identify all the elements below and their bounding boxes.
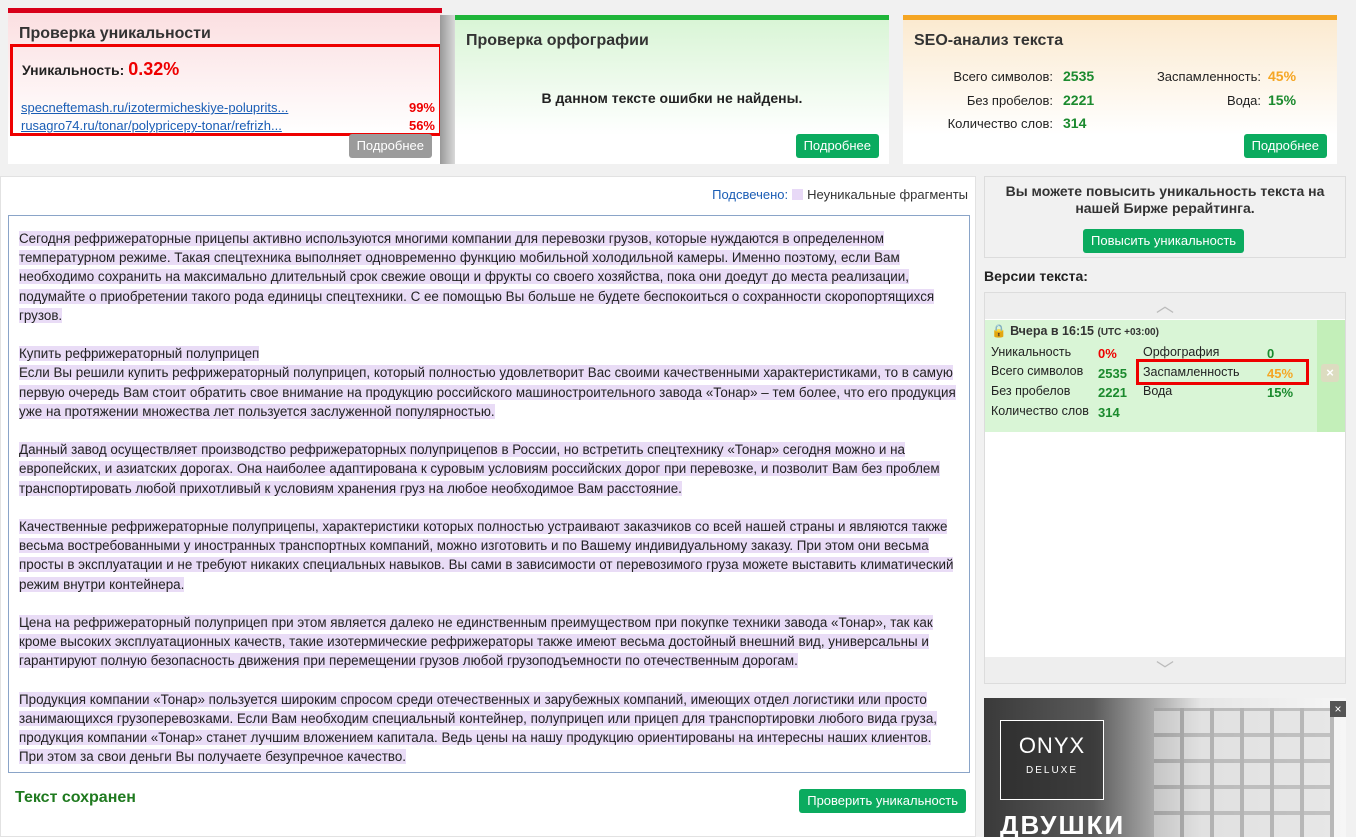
unique-fragment: Данный завод осуществляет производство р… xyxy=(19,442,940,496)
version-words-label: Количество слов xyxy=(991,404,1089,418)
seo-water-label: Вода: xyxy=(1226,93,1261,108)
uniqueness-highlight-box: Уникальность: 0.32% specneftemash.ru/izot… xyxy=(10,44,442,136)
uniqueness-more-button[interactable]: Подробнее xyxy=(348,134,432,158)
seo-more-button[interactable]: Подробнее xyxy=(1243,134,1327,158)
text-editor[interactable]: Сегодня рефрижераторные прицепы активно … xyxy=(8,215,970,773)
versions-title: Версии текста: xyxy=(984,268,1088,284)
source-link[interactable]: rusagro74.ru/tonar/polypricepy-tonar/ref… xyxy=(21,118,282,133)
promo-text: Вы можете повысить уникальность текста н… xyxy=(1005,183,1325,216)
legend-label: Подсвечено: xyxy=(712,187,789,202)
uniqueness-label: Уникальность: xyxy=(22,62,125,78)
seo-nospace-label: Без пробелов: xyxy=(966,93,1053,108)
text-paragraph: Качественные рефрижераторные полуприцепы… xyxy=(19,517,959,594)
version-nospace-value: 2221 xyxy=(1098,385,1127,400)
delete-version-icon[interactable]: × xyxy=(1321,364,1339,382)
check-uniqueness-button[interactable]: Проверить уникальность xyxy=(799,789,966,813)
version-header: 🔒 Вчера в 16:15 (UTC +03:00) xyxy=(991,324,1159,339)
seo-card: SEO-анализ текста Всего символов: 2535 Б… xyxy=(903,15,1337,164)
spelling-title: Проверка орфографии xyxy=(466,32,649,49)
spelling-message: В данном тексте ошибки не найдены. xyxy=(541,90,803,106)
ad-logo: ONYX DELUXE xyxy=(1000,720,1104,800)
saved-status: Текст сохранен xyxy=(15,789,136,806)
ad-brand: ONYX xyxy=(1018,733,1086,758)
version-chars-value: 2535 xyxy=(1098,366,1127,381)
version-water-label: Вода xyxy=(1143,384,1173,398)
uniqueness-title: Проверка уникальности xyxy=(19,25,211,42)
text-panel: Подсвечено: Неуникальные фрагменты Сегодн… xyxy=(0,176,976,837)
chevron-down-icon[interactable]: ﹀ xyxy=(985,657,1345,683)
seo-nospace-value: 2221 xyxy=(1063,92,1095,108)
version-actions: × xyxy=(1317,320,1345,432)
spelling-card: Проверка орфографии В данном тексте ошиб… xyxy=(455,15,889,164)
seo-water-value: 15% xyxy=(1268,92,1297,108)
chevron-up-icon[interactable]: ︿ xyxy=(985,293,1345,319)
ad-headline: ДВУШКИ xyxy=(1000,810,1126,837)
version-date: Вчера в 16:15 xyxy=(1010,324,1095,338)
unique-fragment: Купить рефрижераторный полуприцеп Если В… xyxy=(19,346,956,419)
versions-list: ︿ 🔒 Вчера в 16:15 (UTC +03:00) Уникально… xyxy=(984,292,1346,684)
seo-spam-value: 45% xyxy=(1268,68,1297,84)
seo-chars-label: Всего символов: xyxy=(953,69,1053,84)
unique-fragment: Продукция компании «Тонар» пользуется ши… xyxy=(19,691,937,765)
seo-spam-label: Заспамленность: xyxy=(1156,69,1261,84)
version-words-value: 314 xyxy=(1098,405,1120,420)
seo-chars-value: 2535 xyxy=(1063,68,1095,84)
uniqueness-value: 0.32% xyxy=(128,59,180,79)
spam-highlight-box xyxy=(1136,359,1309,385)
version-timezone: (UTC +03:00) xyxy=(1097,327,1159,338)
advertisement-banner[interactable]: ONYX DELUXE ДВУШКИ xyxy=(984,698,1346,837)
legend-item: Неуникальные фрагменты xyxy=(807,187,968,202)
source-match-percent: 99% xyxy=(408,100,435,115)
ad-brand-sub: DELUXE xyxy=(1025,765,1078,776)
highlight-legend: Подсвечено: Неуникальные фрагменты xyxy=(712,187,968,202)
source-match-percent: 56% xyxy=(408,118,435,133)
version-water-value: 15% xyxy=(1267,385,1294,400)
text-paragraph: Сегодня рефрижераторные прицепы активно … xyxy=(19,229,959,325)
spelling-more-button[interactable]: Подробнее xyxy=(795,134,879,158)
rewrite-promo: Вы можете повысить уникальность текста н… xyxy=(984,176,1346,258)
version-chars-label: Всего символов xyxy=(991,364,1084,378)
text-paragraph: Продукция компании «Тонар» пользуется ши… xyxy=(19,690,959,767)
text-paragraph: Купить рефрижераторный полуприцеп Если В… xyxy=(19,344,959,421)
unique-fragment: Сегодня рефрижераторные прицепы активно … xyxy=(19,231,935,323)
building-image xyxy=(1154,708,1334,837)
seo-words-value: 314 xyxy=(1063,115,1087,131)
lock-icon: 🔒 xyxy=(991,324,1007,338)
version-nospace-label: Без пробелов xyxy=(991,384,1071,398)
uniqueness-card: Проверка уникальности Уникальность: 0.32%… xyxy=(8,8,442,164)
text-paragraph: Цена на рефрижераторный полуприцеп при э… xyxy=(19,613,959,671)
version-uniq-label: Уникальность xyxy=(991,345,1072,359)
text-paragraph: Данный завод осуществляет производство р… xyxy=(19,440,959,498)
version-spell-label: Орфография xyxy=(1143,345,1220,359)
legend-swatch xyxy=(792,189,804,200)
unique-fragment: Цена на рефрижераторный полуприцеп при э… xyxy=(19,615,933,669)
unique-fragment: Качественные рефрижераторные полуприцепы… xyxy=(19,519,954,592)
seo-title: SEO-анализ текста xyxy=(914,32,1064,49)
version-item[interactable]: 🔒 Вчера в 16:15 (UTC +03:00) Уникальност… xyxy=(985,320,1317,432)
uniqueness-result: Уникальность: 0.32% xyxy=(22,59,179,80)
ad-close-icon[interactable]: × xyxy=(1330,701,1346,717)
source-link[interactable]: specneftemash.ru/izotermicheskiye-polupr… xyxy=(21,100,288,115)
card-divider xyxy=(440,15,456,164)
seo-words-label: Количество слов: xyxy=(947,116,1053,131)
version-uniq-value: 0% xyxy=(1098,346,1117,361)
raise-uniqueness-button[interactable]: Повысить уникальность xyxy=(1083,229,1245,253)
